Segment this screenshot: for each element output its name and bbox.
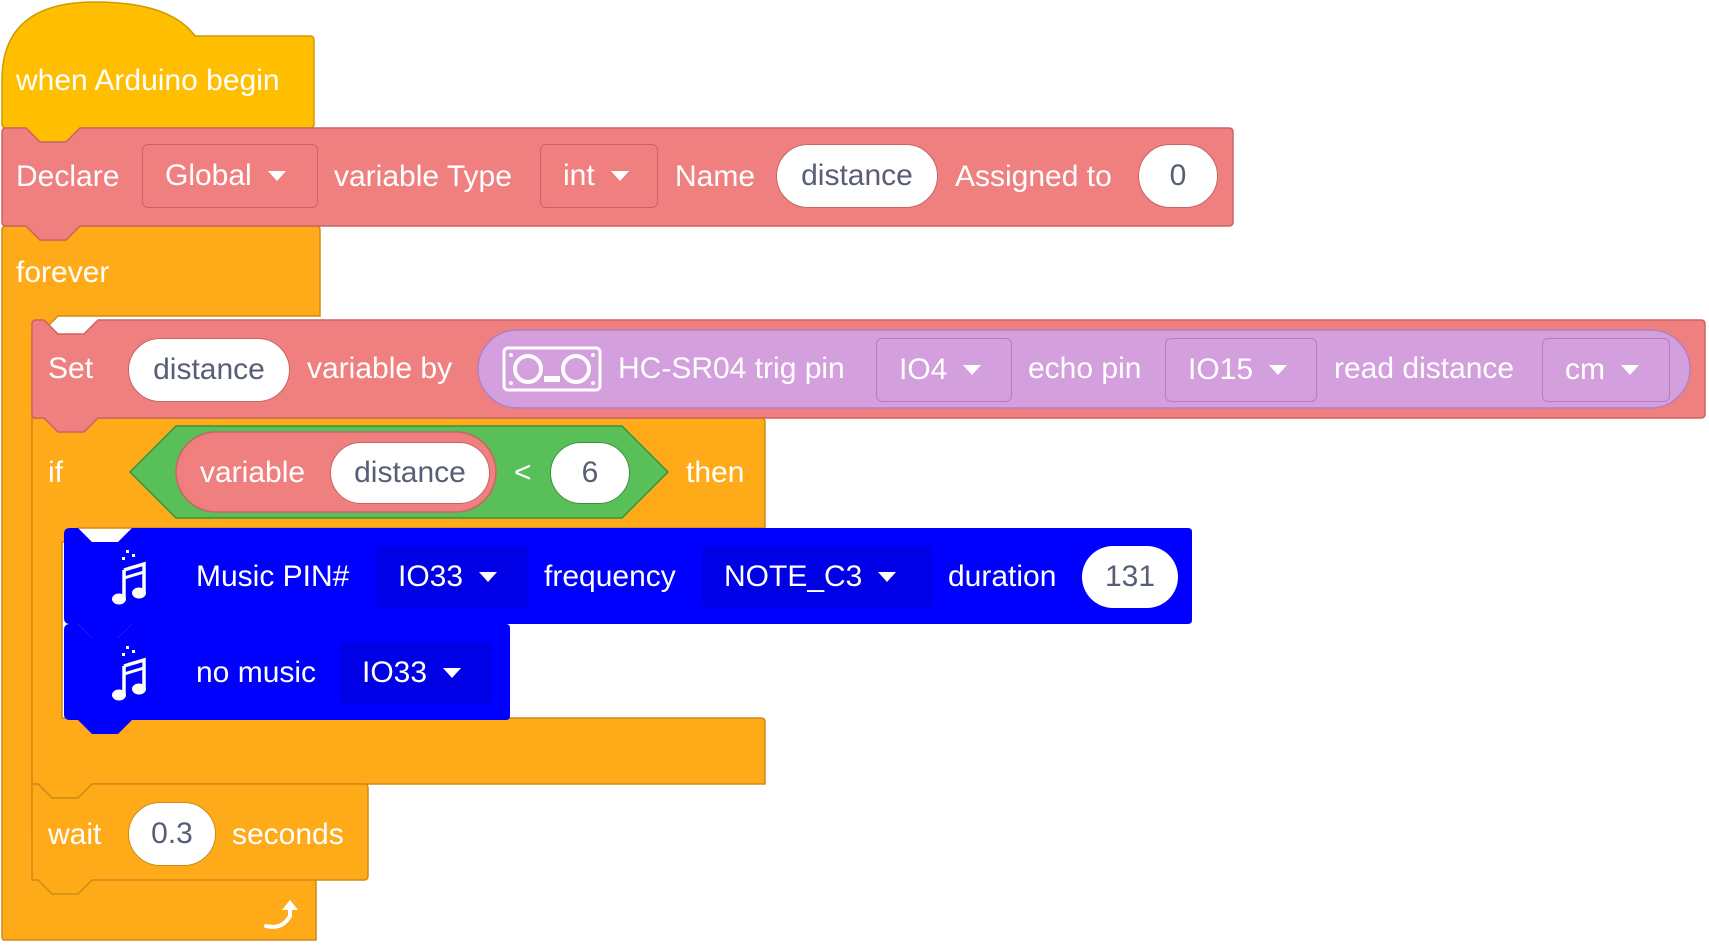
declare-type-dropdown[interactable]: int xyxy=(540,144,658,208)
set-label: Set xyxy=(48,352,94,385)
declare-name-label: Name xyxy=(675,160,756,193)
declare-type-value: int xyxy=(563,159,595,192)
hat-label: when Arduino begin xyxy=(16,64,280,97)
sensor-unit-dropdown[interactable]: cm xyxy=(1542,338,1670,402)
music-pin-dropdown[interactable]: IO33 xyxy=(376,546,528,608)
no-music-pin-value: IO33 xyxy=(362,656,428,689)
declare-scope-dropdown[interactable]: Global xyxy=(142,144,318,208)
sensor-trig-dropdown[interactable]: IO4 xyxy=(876,338,1012,402)
declare-type-label: variable Type xyxy=(334,160,512,193)
chevron-down-icon xyxy=(610,171,629,181)
forever-label: forever xyxy=(16,256,110,289)
ultrasonic-sensor-icon xyxy=(502,346,602,392)
set-variable-input[interactable]: distance xyxy=(128,338,290,402)
loop-arrow-icon xyxy=(264,900,298,929)
no-music-pin-dropdown[interactable]: IO33 xyxy=(340,642,492,704)
declare-assigned-label: Assigned to xyxy=(955,160,1112,193)
music-freq-value: NOTE_C3 xyxy=(724,560,863,593)
music-pin-value: IO33 xyxy=(398,560,464,593)
sensor-read-label: read distance xyxy=(1334,352,1515,385)
chevron-down-icon xyxy=(1269,365,1288,375)
declare-name-input[interactable]: distance xyxy=(776,144,938,208)
declare-label: Declare xyxy=(16,160,120,193)
if-label: if xyxy=(48,456,63,489)
set-by-label: variable by xyxy=(307,352,453,385)
wait-label: wait xyxy=(48,818,102,851)
condition-var-label: variable xyxy=(200,456,306,489)
music-freq-dropdown[interactable]: NOTE_C3 xyxy=(702,546,932,608)
music-duration-input[interactable]: 131 xyxy=(1082,546,1178,608)
declare-scope-value: Global xyxy=(165,159,252,192)
no-music-label: no music xyxy=(196,656,317,689)
sensor-echo-value: IO15 xyxy=(1188,353,1254,386)
condition-compare-input[interactable]: 6 xyxy=(550,442,630,504)
condition-operator: < xyxy=(514,456,532,489)
chevron-down-icon xyxy=(878,572,897,582)
sensor-echo-dropdown[interactable]: IO15 xyxy=(1165,338,1317,402)
music-note-icon xyxy=(112,550,146,605)
sensor-echo-label: echo pin xyxy=(1028,352,1142,385)
music-duration-label: duration xyxy=(948,560,1057,593)
sensor-unit-value: cm xyxy=(1565,353,1605,386)
music-pin-label: Music PIN# xyxy=(196,560,350,593)
chevron-down-icon xyxy=(963,365,982,375)
chevron-down-icon xyxy=(1621,365,1639,375)
sensor-trig-label: HC-SR04 trig pin xyxy=(618,352,845,385)
declare-assigned-input[interactable]: 0 xyxy=(1138,144,1218,208)
condition-var-input[interactable]: distance xyxy=(330,442,490,504)
chevron-down-icon xyxy=(479,572,498,582)
sensor-trig-value: IO4 xyxy=(899,353,948,386)
music-note-icon xyxy=(112,646,146,701)
chevron-down-icon xyxy=(267,171,286,181)
chevron-down-icon xyxy=(443,668,462,678)
wait-seconds-input[interactable]: 0.3 xyxy=(128,802,216,866)
wait-unit-label: seconds xyxy=(232,818,344,851)
then-label: then xyxy=(686,456,745,489)
music-freq-label: frequency xyxy=(544,560,676,593)
